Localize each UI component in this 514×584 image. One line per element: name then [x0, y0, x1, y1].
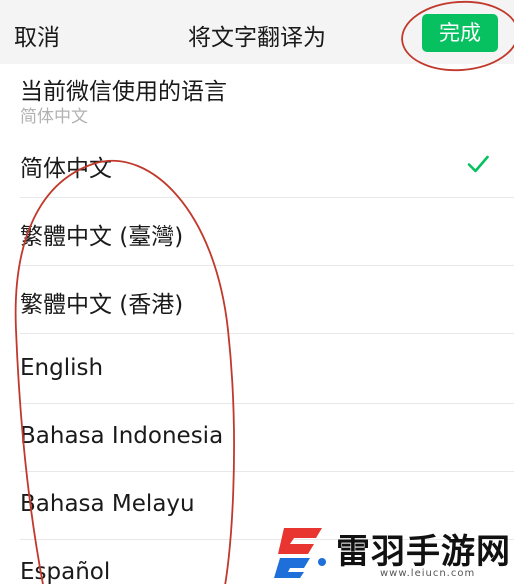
- language-option-label: 简体中文: [20, 156, 112, 182]
- current-language-section: 当前微信使用的语言 简体中文: [0, 64, 514, 130]
- current-language-value: 简体中文: [20, 107, 88, 127]
- language-option-label: Bahasa Melayu: [20, 491, 195, 517]
- language-option-label: Bahasa Indonesia: [20, 423, 224, 449]
- language-option-label: English: [20, 355, 104, 381]
- watermark-brand: 雷羽手游网: [336, 532, 511, 572]
- watermark-url: www.leiucn.com: [380, 568, 476, 579]
- language-option-label: Español: [20, 559, 111, 584]
- language-picker-screen: 取消 将文字翻译为 完成 当前微信使用的语言 简体中文 简体中文 繁體中文 (臺…: [0, 0, 514, 584]
- language-option-label: 繁體中文 (臺灣): [20, 224, 184, 250]
- language-option-zh-hant-hk[interactable]: 繁體中文 (香港): [0, 266, 514, 334]
- watermark-logo-icon: [274, 528, 326, 578]
- check-icon: [467, 155, 489, 173]
- current-language-label: 当前微信使用的语言: [20, 79, 227, 105]
- language-option-english[interactable]: English: [0, 336, 514, 404]
- language-option-label: 繁體中文 (香港): [20, 292, 184, 318]
- language-option-bahasa-indonesia[interactable]: Bahasa Indonesia: [0, 404, 514, 472]
- language-option-zh-hant-tw[interactable]: 繁體中文 (臺灣): [0, 198, 514, 266]
- nav-bar: 取消 将文字翻译为 完成: [0, 0, 514, 64]
- done-button[interactable]: 完成: [422, 14, 498, 52]
- row-divider: [20, 333, 514, 334]
- language-option-zh-hans[interactable]: 简体中文: [0, 130, 514, 198]
- watermark: 雷羽手游网 www.leiucn.com: [262, 516, 514, 584]
